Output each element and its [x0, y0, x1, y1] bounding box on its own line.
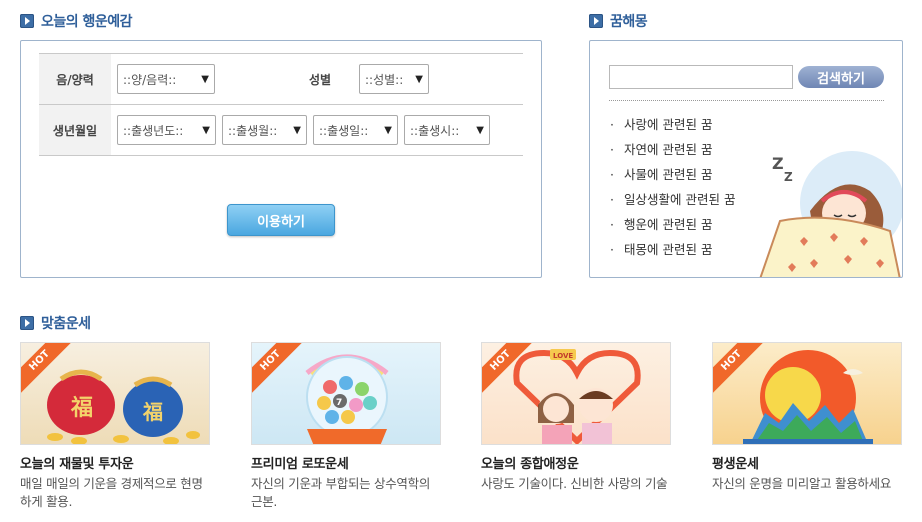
dream-item-objects[interactable]: · 사물에 관련된 꿈 [610, 162, 735, 187]
fortune-form: 음/양력 ::양/음력:: ▼ 성별 ::성별:: ▼ 생년월일 ::출생년도:: ▼… [39, 53, 523, 156]
gender-select-value: ::성별:: [365, 72, 404, 87]
dream-item-nature[interactable]: · 자연에 관련된 꿈 [610, 137, 735, 162]
card-thumbnail-couple-heart[interactable]: LOVE HOT [481, 342, 671, 445]
dream-item-love[interactable]: · 사랑에 관련된 꿈 [610, 112, 735, 137]
card-thumbnail-lotto-machine[interactable]: 7 HOT [251, 342, 441, 445]
dream-item-conception[interactable]: · 태몽에 관련된 꿈 [610, 237, 735, 262]
fortune-card-lifetime[interactable]: HOT 평생운세 자신의 운명을 미리알고 활용하세요 [712, 342, 902, 493]
form-row-birth: 생년월일 ::출생년도:: ▼ ::출생월:: ▼ ::출생일:: ▼ ::출생시::… [39, 105, 523, 156]
fortune-form-box: 음/양력 ::양/음력:: ▼ 성별 ::성별:: ▼ 생년월일 ::출생년도:: ▼… [20, 40, 542, 278]
custom-section-title: 맞춤운세 [20, 313, 91, 333]
dream-item-label: 사물에 관련된 꿈 [624, 167, 713, 182]
day-select-value: ::출생일:: [319, 123, 369, 138]
lotto-ball-number: 7 [336, 398, 342, 408]
card-thumbnail-sun-mountains[interactable]: HOT [712, 342, 902, 445]
chevron-down-icon: ▼ [384, 124, 392, 136]
dream-search-button[interactable]: 검색하기 [798, 66, 884, 88]
hour-select[interactable]: ::출생시:: ▼ [404, 115, 490, 145]
dream-item-label: 사랑에 관련된 꿈 [624, 117, 713, 132]
card-description: 사랑도 기술이다. 신비한 사랑의 기술 [481, 476, 668, 491]
year-select[interactable]: ::출생년도:: ▼ [117, 115, 216, 145]
card-title[interactable]: 평생운세 [712, 453, 902, 472]
dream-item-luck[interactable]: · 행운에 관련된 꿈 [610, 212, 735, 237]
card-description: 자신의 기운과 부합되는 상수역학의 근본. [251, 476, 431, 509]
dream-item-label: 자연에 관련된 꿈 [624, 142, 713, 157]
form-row-lunar-gender: 음/양력 ::양/음력:: ▼ 성별 ::성별:: ▼ [39, 54, 523, 105]
section-bullet-icon [589, 14, 603, 28]
dream-search-input[interactable] [609, 65, 793, 89]
fortune-title: 오늘의 행운예감 [41, 14, 133, 30]
card-description: 매일 매일의 기운을 경제적으로 현명하게 활용. [20, 476, 203, 509]
lunar-select-value: ::양/음력:: [123, 72, 177, 87]
svg-text:Z: Z [772, 154, 784, 173]
chevron-down-icon: ▼ [415, 73, 423, 85]
card-title[interactable]: 오늘의 재물및 투자운 [20, 453, 210, 472]
gender-select[interactable]: ::성별:: ▼ [359, 64, 429, 94]
card-description: 자신의 운명을 미리알고 활용하세요 [712, 476, 892, 491]
chevron-down-icon: ▼ [201, 73, 209, 85]
month-select-value: ::출생월:: [228, 123, 278, 138]
love-sign-text: LOVE [553, 352, 573, 360]
sleeping-girl-illustration: Z Z [759, 151, 902, 277]
fortune-card-lotto[interactable]: 7 HOT 프리미엄 로또운세 자신의 기운과 부합되는 상수역학의 근본. [251, 342, 441, 511]
lunar-label: 음/양력 [39, 54, 111, 104]
dream-box: 검색하기 · 사랑에 관련된 꿈 · 자연에 관련된 꿈 · 사물에 관련된 꿈 · 일… [589, 40, 903, 278]
fortune-section-title: 오늘의 행운예감 [20, 11, 133, 31]
card-title[interactable]: 오늘의 종합애정운 [481, 453, 671, 472]
gender-label: 성별 [309, 72, 332, 87]
dream-item-label: 행운에 관련된 꿈 [624, 217, 713, 232]
pouch-character: 福 [70, 395, 93, 421]
dream-item-daily-life[interactable]: · 일상생활에 관련된 꿈 [610, 187, 735, 212]
chevron-down-icon: ▼ [293, 124, 301, 136]
month-select[interactable]: ::출생월:: ▼ [222, 115, 307, 145]
hour-select-value: ::출생시:: [410, 123, 460, 138]
card-title[interactable]: 프리미엄 로또운세 [251, 453, 441, 472]
lunar-select[interactable]: ::양/음력:: ▼ [117, 64, 215, 94]
pouch-character: 福 [142, 400, 163, 424]
dream-title: 꿈해몽 [610, 14, 648, 30]
dream-section-title: 꿈해몽 [589, 11, 648, 31]
section-bullet-icon [20, 14, 34, 28]
divider [609, 100, 884, 101]
use-button[interactable]: 이용하기 [227, 204, 335, 236]
dream-item-label: 태몽에 관련된 꿈 [624, 242, 713, 257]
svg-text:Z: Z [784, 170, 793, 184]
day-select[interactable]: ::출생일:: ▼ [313, 115, 398, 145]
chevron-down-icon: ▼ [202, 124, 210, 136]
section-bullet-icon [20, 316, 34, 330]
fortune-card-love[interactable]: LOVE HOT 오늘의 종합애정운 사랑도 기술이다. 신비한 사랑의 기술 [481, 342, 671, 493]
card-thumbnail-lucky-pouches[interactable]: 福 福 HOT [20, 342, 210, 445]
custom-title: 맞춤운세 [41, 316, 91, 332]
birth-label: 생년월일 [39, 105, 111, 155]
dream-category-list: · 사랑에 관련된 꿈 · 자연에 관련된 꿈 · 사물에 관련된 꿈 · 일상생활에 … [610, 112, 735, 262]
fortune-card-wealth[interactable]: 福 福 HOT 오늘의 재물및 투자운 매일 매일의 기운을 경제적으로 현명하… [20, 342, 210, 511]
chevron-down-icon: ▼ [476, 124, 484, 136]
year-select-value: ::출생년도:: [123, 123, 184, 138]
dream-item-label: 일상생활에 관련된 꿈 [624, 192, 736, 207]
